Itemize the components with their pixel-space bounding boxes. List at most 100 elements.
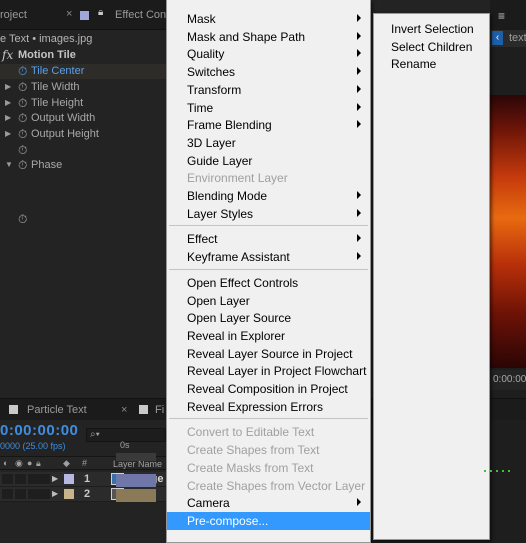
- twirl-arrow-icon[interactable]: ▶: [5, 82, 11, 91]
- effect-property-row[interactable]: ⏱︎ Tile Center: [0, 64, 170, 79]
- menu-item-reveal-expression-errors[interactable]: Reveal Expression Errors: [167, 398, 370, 416]
- menu-item-label: Reveal Layer in Project Flowchart: [187, 364, 367, 379]
- twirl-arrow-icon[interactable]: ▼: [5, 160, 13, 169]
- submenu-item-rename[interactable]: Rename: [374, 55, 489, 73]
- stopwatch-icon[interactable]: ⏱︎: [18, 128, 27, 140]
- stopwatch-icon[interactable]: ⏱︎: [18, 97, 27, 109]
- work-area-bar[interactable]: [116, 453, 156, 461]
- audio-toggle-icon[interactable]: ◉: [15, 458, 23, 469]
- lock-icon[interactable]: 🔒︎: [98, 7, 103, 18]
- stopwatch-icon[interactable]: ⏱︎: [18, 144, 27, 156]
- menu-item-guide-layer[interactable]: Guide Layer: [167, 152, 370, 170]
- label-color-swatch[interactable]: [64, 489, 74, 499]
- panel-menu-icon[interactable]: [9, 405, 18, 414]
- menu-item-mask[interactable]: Mask: [167, 10, 370, 28]
- effect-property-row[interactable]: ▶ ⏱︎ Tile Height: [0, 96, 170, 111]
- menu-item-mask-and-shape-path[interactable]: Mask and Shape Path: [167, 28, 370, 46]
- menu-item-reveal-layer-in-project-flowchart[interactable]: Reveal Layer in Project Flowchart: [167, 362, 370, 380]
- stopwatch-icon[interactable]: ⏱︎: [18, 112, 27, 124]
- fx-icon[interactable]: fx: [2, 48, 13, 62]
- menu-item-open-effect-controls[interactable]: Open Effect Controls: [167, 274, 370, 292]
- layer-switch-toggle[interactable]: [2, 489, 13, 499]
- layer-switch-toggle[interactable]: [15, 474, 26, 484]
- menu-separator: [169, 225, 368, 227]
- layer-2-track-bar[interactable]: [116, 489, 156, 502]
- layer-switch-toggle[interactable]: [28, 474, 39, 484]
- back-arrow-icon[interactable]: ‹: [492, 31, 503, 45]
- lock-icon[interactable]: 🔒︎: [36, 458, 41, 469]
- menu-item-pre-compose[interactable]: Pre-compose...: [167, 511, 370, 530]
- menu-item-quality[interactable]: Quality: [167, 45, 370, 63]
- menu-item-reveal-composition-in-project[interactable]: Reveal Composition in Project: [167, 380, 370, 398]
- submenu-arrow-icon: [357, 31, 361, 40]
- twirl-arrow-icon[interactable]: ▶: [5, 113, 11, 122]
- layer-switch-toggle[interactable]: [39, 474, 50, 484]
- close-icon[interactable]: ×: [121, 404, 127, 416]
- effect-property-row[interactable]: ▶ ⏱︎ Output Width: [0, 111, 170, 126]
- menu-item-effect[interactable]: Effect: [167, 230, 370, 248]
- composition-viewer: ≡ ‹ text 0:00:00: [490, 0, 526, 430]
- menu-separator: [169, 268, 368, 270]
- menu-item-label: Camera: [187, 496, 230, 511]
- twirl-arrow-icon[interactable]: ▶: [52, 489, 58, 498]
- menu-item-open-layer-source[interactable]: Open Layer Source: [167, 309, 370, 327]
- menu-item-frame-blending[interactable]: Frame Blending: [167, 116, 370, 134]
- stopwatch-icon[interactable]: ⏱︎: [18, 65, 27, 77]
- menu-item-label: Select Children: [391, 39, 473, 54]
- menu-item-label: Reveal Expression Errors: [187, 399, 324, 414]
- layer-switch-toggle[interactable]: [39, 489, 50, 499]
- menu-item-reveal-in-explorer[interactable]: Reveal in Explorer: [167, 327, 370, 345]
- layer-number: 1: [84, 473, 91, 485]
- column-layer-number[interactable]: #: [82, 458, 87, 468]
- stopwatch-icon[interactable]: ⏱︎: [18, 159, 27, 171]
- label-tag-icon[interactable]: ◆: [63, 458, 70, 469]
- tab-particle-text[interactable]: Particle Text: [27, 404, 87, 416]
- tab-effect-controls[interactable]: Effect Cont: [115, 9, 169, 21]
- viewer-timecode[interactable]: 0:00:00: [490, 370, 526, 390]
- layer-submenu: Invert Selection Select Children Rename: [373, 13, 490, 540]
- label-color-swatch[interactable]: [64, 474, 74, 484]
- menu-item-open-layer[interactable]: Open Layer: [167, 292, 370, 310]
- stopwatch-icon[interactable]: ⏱︎: [18, 213, 27, 225]
- menu-item-3d-layer[interactable]: 3D Layer: [167, 134, 370, 152]
- menu-item-transform[interactable]: Transform: [167, 81, 370, 99]
- menu-item-switches[interactable]: Switches: [167, 63, 370, 81]
- submenu-arrow-icon: [357, 234, 361, 243]
- panel-menu-icon[interactable]: [139, 405, 148, 414]
- effect-controls-panel: roject × 🔒︎ Effect Cont e Text • images.…: [0, 0, 170, 398]
- layer-switch-toggle[interactable]: [28, 489, 39, 499]
- layer-switch-toggle[interactable]: [15, 489, 26, 499]
- hamburger-icon[interactable]: ≡: [498, 9, 505, 23]
- twirl-arrow-icon[interactable]: ▶: [5, 129, 11, 138]
- submenu-item-invert-selection[interactable]: Invert Selection: [374, 20, 489, 38]
- twirl-arrow-icon[interactable]: ▶: [52, 474, 58, 483]
- layer-switch-toggle[interactable]: [2, 474, 13, 484]
- layer-1-track-bar[interactable]: [116, 474, 156, 487]
- effect-property-row[interactable]: ⏱︎: [0, 212, 170, 227]
- menu-item-camera[interactable]: Camera: [167, 494, 370, 512]
- effect-property-row[interactable]: ▶ ⏱︎ Tile Width: [0, 80, 170, 95]
- twirl-arrow-icon[interactable]: ▶: [5, 98, 11, 107]
- effect-name: Motion Tile: [18, 49, 76, 61]
- submenu-item-select-children[interactable]: Select Children: [374, 38, 489, 56]
- menu-item-keyframe-assistant[interactable]: Keyframe Assistant: [167, 248, 370, 266]
- menu-item-label: Time: [187, 100, 214, 115]
- menu-item-layer-styles[interactable]: Layer Styles: [167, 205, 370, 223]
- menu-item-reveal-layer-source-in-project[interactable]: Reveal Layer Source in Project: [167, 345, 370, 363]
- current-time-display[interactable]: 0:00:00:00: [0, 422, 78, 439]
- stopwatch-icon[interactable]: ⏱︎: [18, 81, 27, 93]
- menu-item-blending-mode[interactable]: Blending Mode: [167, 187, 370, 205]
- tab-second-comp[interactable]: Fi: [155, 404, 164, 416]
- property-label: Tile Center: [31, 65, 85, 77]
- effect-property-row[interactable]: ⏱︎: [0, 143, 170, 158]
- video-toggle-icon[interactable]: ◐: [3, 458, 8, 468]
- solo-icon[interactable]: ●: [27, 458, 32, 468]
- viewer-comp-tab[interactable]: ‹ text: [490, 30, 526, 47]
- panel-menu-icon[interactable]: [80, 11, 89, 20]
- effect-property-row[interactable]: ▶ ⏱︎ Output Height: [0, 127, 170, 142]
- close-icon[interactable]: ×: [66, 8, 72, 20]
- effect-property-row[interactable]: ▼ ⏱︎ Phase: [0, 158, 170, 173]
- tab-project[interactable]: roject: [0, 9, 27, 21]
- composition-preview-image[interactable]: [490, 95, 526, 368]
- menu-item-time[interactable]: Time: [167, 99, 370, 117]
